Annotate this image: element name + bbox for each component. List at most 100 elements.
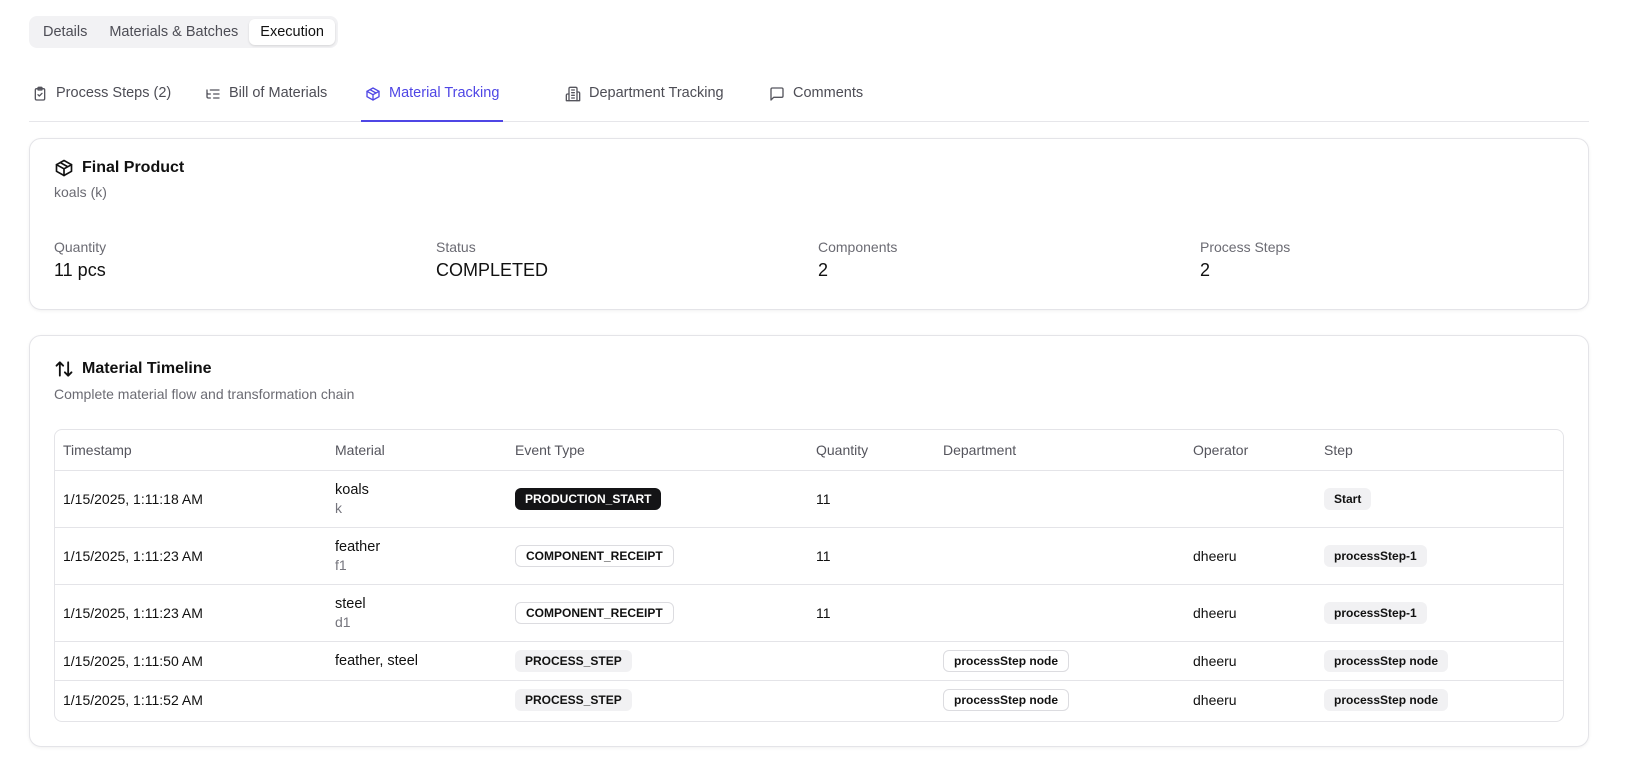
cell-department <box>935 584 1185 642</box>
final-product-subtitle: koals (k) <box>54 184 107 200</box>
package-icon <box>54 158 74 178</box>
column-header-step[interactable]: Step <box>1316 430 1563 471</box>
event-type-badge: COMPONENT_RECEIPT <box>515 544 674 567</box>
stat-label: Process Steps <box>1200 239 1291 255</box>
department-badge: processStep node <box>943 649 1070 672</box>
cell-quantity: 11 <box>808 527 935 585</box>
cell-operator <box>1185 470 1316 528</box>
cell-quantity <box>808 641 935 681</box>
stat-value: COMPLETED <box>436 260 549 280</box>
cell-operator: dheeru <box>1193 691 1237 708</box>
material-code: d1 <box>335 613 351 630</box>
execution-segment-tabs: Details Materials & Batches Execution <box>29 16 338 48</box>
material-code: f1 <box>335 556 347 573</box>
tab-material-tracking[interactable]: Material Tracking <box>361 78 504 122</box>
table-row[interactable]: 1/15/2025, 1:11:23 AM feather f1 COMPONE… <box>55 527 1563 585</box>
final-product-card: Final Product koals (k) Quantity 11 pcs … <box>29 138 1589 310</box>
stat-label: Components <box>818 239 898 255</box>
cell-material: steel d1 <box>327 584 507 642</box>
cell-material: feather f1 <box>327 527 507 585</box>
card-title-text: Material Timeline <box>82 360 212 377</box>
building-icon <box>565 86 581 102</box>
event-type-badge: PROCESS_STEP <box>515 649 632 672</box>
segment-tab-materials-batches[interactable]: Materials & Batches <box>98 19 249 45</box>
stat-label: Quantity <box>54 239 107 255</box>
cell-timestamp: 1/15/2025, 1:11:50 AM <box>55 641 327 681</box>
cell-operator: dheeru <box>1185 641 1316 681</box>
timeline-table: Timestamp Material Event Type Quantity D… <box>54 429 1564 722</box>
cell-timestamp: 1/15/2025, 1:11:23 AM <box>55 527 327 585</box>
segment-tab-execution[interactable]: Execution <box>249 19 335 45</box>
stat-status: Status COMPLETED <box>436 239 548 281</box>
table-row[interactable]: 1/15/2025, 1:11:52 AM PROCESS_STEP proce… <box>55 680 1563 719</box>
arrow-up-down-icon <box>54 359 74 379</box>
material-name: feather <box>335 538 381 555</box>
cell-timestamp: 1/15/2025, 1:11:23 AM <box>55 584 327 642</box>
message-square-icon <box>769 86 785 102</box>
table-row[interactable]: 1/15/2025, 1:11:50 AM feather, steel PRO… <box>55 641 1563 681</box>
stat-quantity: Quantity 11 pcs <box>54 239 106 281</box>
column-header-material[interactable]: Material <box>327 430 507 471</box>
clipboard-check-icon <box>32 86 48 102</box>
event-type-badge: PROCESS_STEP <box>515 688 632 711</box>
cell-event-type: PRODUCTION_START <box>507 470 808 528</box>
event-type-badge: COMPONENT_RECEIPT <box>515 601 674 624</box>
event-type-badge: PRODUCTION_START <box>515 487 662 510</box>
cell-quantity <box>808 680 935 719</box>
material-timeline-subtitle: Complete material flow and transformatio… <box>54 386 355 402</box>
cell-material: koals k <box>327 470 507 528</box>
cell-step: Start <box>1316 470 1563 528</box>
material-timeline-title: Material Timeline <box>54 359 212 379</box>
cell-department: processStep node <box>935 641 1185 681</box>
cell-event-type: PROCESS_STEP <box>507 641 808 681</box>
cell-event-type: COMPONENT_RECEIPT <box>507 527 808 585</box>
step-badge: processStep-1 <box>1324 544 1427 567</box>
step-badge: processStep node <box>1324 688 1449 711</box>
table-row[interactable]: 1/15/2025, 1:11:18 AM koals k PRODUCTION… <box>55 470 1563 528</box>
cell-quantity: 11 <box>808 584 935 642</box>
cell-step: processStep node <box>1316 641 1563 681</box>
segment-tab-details[interactable]: Details <box>32 19 98 45</box>
card-title-text: Final Product <box>82 159 185 176</box>
column-header-operator[interactable]: Operator <box>1185 430 1316 471</box>
stat-process-steps: Process Steps 2 <box>1200 239 1290 281</box>
cell-event-type: COMPONENT_RECEIPT <box>507 584 808 642</box>
department-badge: processStep node <box>943 688 1070 711</box>
tab-label: Process Steps (2) <box>56 85 172 101</box>
stat-value: 2 <box>1200 260 1211 280</box>
material-code: k <box>335 499 342 516</box>
stat-components: Components 2 <box>818 239 897 281</box>
cell-timestamp: 1/15/2025, 1:11:18 AM <box>55 470 327 528</box>
column-header-event-type[interactable]: Event Type <box>507 430 808 471</box>
tab-label: Material Tracking <box>389 85 500 101</box>
cell-event-type: PROCESS_STEP <box>507 680 808 719</box>
cell-operator: dheeru <box>1185 584 1316 642</box>
cell-step: processStep-1 <box>1316 527 1563 585</box>
tab-process-steps[interactable]: Process Steps (2) <box>32 78 171 122</box>
step-badge: processStep node <box>1324 649 1449 672</box>
tab-comments[interactable]: Comments <box>769 78 863 122</box>
material-name: koals <box>335 481 369 498</box>
material-name: steel <box>335 595 366 612</box>
cell-timestamp: 1/15/2025, 1:11:52 AM <box>63 691 203 708</box>
tab-bill-of-materials[interactable]: Bill of Materials <box>205 78 327 122</box>
stat-value: 11 pcs <box>54 260 106 280</box>
package-icon <box>365 86 381 102</box>
column-header-timestamp[interactable]: Timestamp <box>55 430 327 471</box>
tab-label: Department Tracking <box>589 85 724 101</box>
cell-operator: dheeru <box>1185 527 1316 585</box>
stat-value: 2 <box>818 260 829 280</box>
list-tree-icon <box>205 86 221 102</box>
cell-quantity: 11 <box>808 470 935 528</box>
cell-step: processStep-1 <box>1316 584 1563 642</box>
table-row[interactable]: 1/15/2025, 1:11:23 AM steel d1 COMPONENT… <box>55 584 1563 642</box>
table-header-row: Timestamp Material Event Type Quantity D… <box>55 430 1563 471</box>
material-name: feather, steel <box>335 652 419 669</box>
step-badge: Start <box>1324 487 1372 510</box>
tab-department-tracking[interactable]: Department Tracking <box>565 78 724 122</box>
cell-department: processStep node <box>935 680 1185 719</box>
step-badge: processStep-1 <box>1324 601 1427 624</box>
column-header-quantity[interactable]: Quantity <box>808 430 935 471</box>
column-header-department[interactable]: Department <box>935 430 1185 471</box>
cell-department <box>935 527 1185 585</box>
